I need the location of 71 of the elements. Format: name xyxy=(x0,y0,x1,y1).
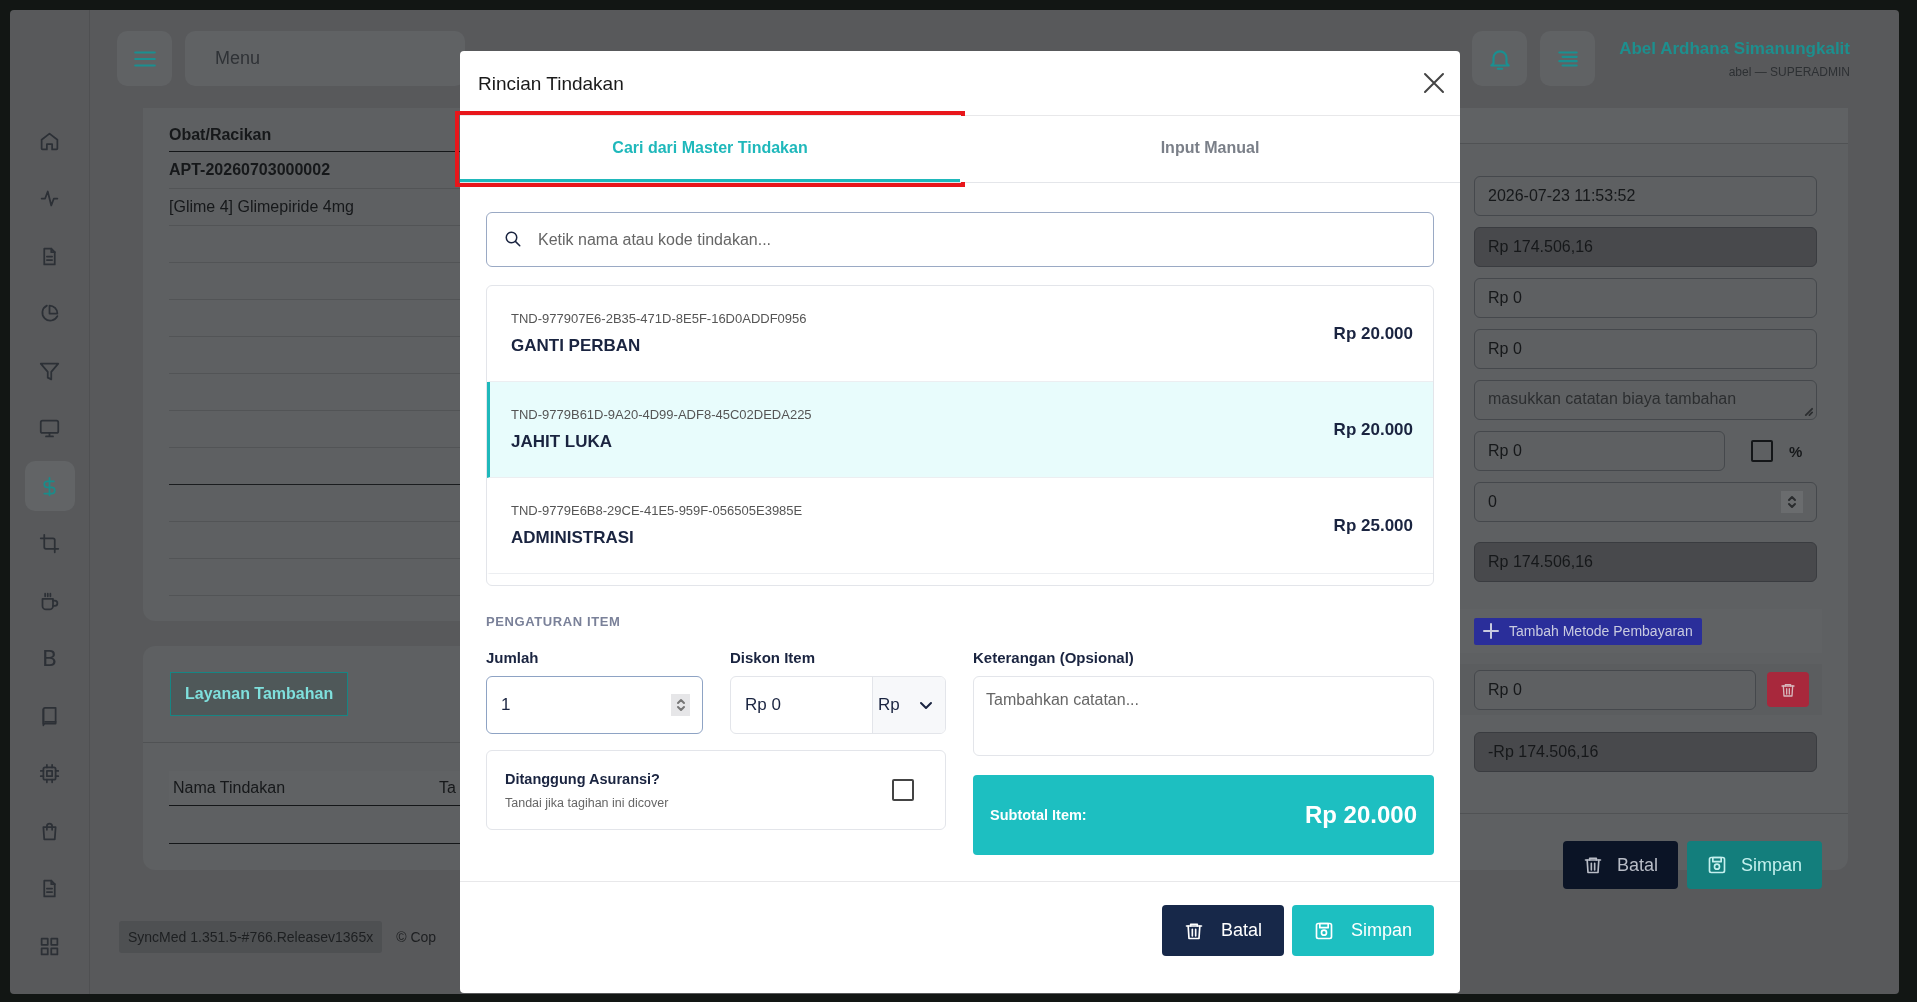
checkbox[interactable] xyxy=(1751,440,1773,462)
table-cell: APT-20260703000002 xyxy=(169,161,331,179)
add-payment-button[interactable]: Tambah Metode Pembayaran xyxy=(1474,617,1702,645)
save-button[interactable]: Simpan xyxy=(1291,905,1434,956)
quantity-field[interactable]: 1 xyxy=(486,676,703,734)
notification-button[interactable] xyxy=(1472,31,1528,86)
search-field[interactable]: Ketik nama atau kode tindakan... xyxy=(486,212,1434,267)
table-cell: [Glime 4] Glimepiride 4mg xyxy=(169,198,354,216)
amount-field[interactable]: Rp 0 xyxy=(1474,431,1725,471)
column-header: Obat/Racikan xyxy=(169,125,272,144)
list-button[interactable] xyxy=(1540,31,1596,86)
dialog-title: Rincian Tindakan xyxy=(478,73,624,95)
copyright-text: © Cop xyxy=(396,929,437,945)
checkbox[interactable] xyxy=(892,779,914,801)
trash-icon xyxy=(1780,681,1796,698)
column-header: Nama Tindakan xyxy=(172,779,287,797)
grid-icon xyxy=(39,935,60,957)
item-code: TND-9779B61D-9A20-4D99-ADF8-45C02DEDA225 xyxy=(511,407,812,422)
item-code: TND-9779E6B8-29CE-41E5-959F-056505E3985E xyxy=(511,503,803,518)
close-icon xyxy=(1423,72,1445,94)
cancel-button[interactable]: Batal xyxy=(1161,905,1284,956)
close-button[interactable] xyxy=(1423,72,1445,94)
crop-icon xyxy=(39,533,60,554)
text-field[interactable]: 2026-07-23 11:53:52 xyxy=(1474,176,1817,216)
mug-icon xyxy=(39,590,60,612)
menu-button[interactable] xyxy=(117,31,172,86)
save-icon xyxy=(1706,855,1727,875)
pie-chart-icon xyxy=(39,303,60,324)
field-label: Jumlah xyxy=(486,649,540,666)
delete-button[interactable] xyxy=(1767,672,1809,707)
insurance-title: Ditanggung Asuransi? xyxy=(505,770,661,787)
result-row[interactable]: TND-9779E6B8-29CE-41E5-959F-056505E3985E ADMINISTRASI Rp 25.000 xyxy=(487,478,1433,574)
percent-label: % xyxy=(1789,442,1803,460)
user-name: Abel Ardhana Simanungkalit xyxy=(1619,38,1850,59)
spinner-icon[interactable] xyxy=(1787,494,1797,510)
plus-icon xyxy=(1483,623,1499,639)
resize-grip-icon[interactable] xyxy=(1804,407,1813,416)
filter-icon xyxy=(39,360,60,382)
add-service-button[interactable]: Layanan Tambahan xyxy=(170,672,349,716)
item-name: GANTI PERBAN xyxy=(511,336,642,356)
amount-field[interactable]: Rp 0 xyxy=(1474,669,1756,710)
save-icon xyxy=(1313,920,1334,941)
section-heading: PENGATURAN ITEM xyxy=(486,614,622,629)
item-code: TND-977907E6-2B35-471D-8E5F-16D0ADDF0956 xyxy=(511,311,807,326)
book-icon xyxy=(39,705,60,727)
chip-icon xyxy=(39,763,60,784)
save-button[interactable]: Simpan xyxy=(1686,841,1822,889)
insurance-hint: Tandai jika tagihan ini dicover xyxy=(505,795,669,810)
result-row[interactable]: TND-9779B61D-9A20-4D99-ADF8-45C02DEDA225 JAHIT LUKA Rp 20.000 xyxy=(487,382,1433,478)
search-icon xyxy=(504,230,522,248)
trash-icon xyxy=(1582,855,1603,875)
spinner-icon[interactable] xyxy=(675,697,686,713)
item-price: Rp 20.000 xyxy=(1333,323,1413,344)
text-field[interactable]: Rp 0 xyxy=(1474,278,1817,318)
field-label: Keterangan (Opsional) xyxy=(973,649,1135,666)
item-name: ADMINISTRASI xyxy=(511,528,635,548)
subtotal-value: Rp 20.000 xyxy=(1304,801,1417,829)
column-header: Ta xyxy=(439,779,456,797)
item-name: JAHIT LUKA xyxy=(511,432,614,452)
monitor-icon xyxy=(39,418,60,439)
cancel-button[interactable]: Batal xyxy=(1562,841,1678,889)
pulse-icon xyxy=(39,188,60,209)
note-field[interactable]: Tambahkan catatan... xyxy=(973,676,1434,756)
home-icon xyxy=(39,130,60,152)
number-field[interactable]: 0 xyxy=(1474,482,1817,522)
subtotal-label: Subtotal Item: xyxy=(990,807,1087,823)
field-label: Diskon Item xyxy=(730,649,817,666)
item-price: Rp 20.000 xyxy=(1333,419,1413,440)
nav-button[interactable] xyxy=(24,461,75,511)
text-field[interactable]: Rp 0 xyxy=(1474,329,1817,369)
item-price: Rp 25.000 xyxy=(1333,515,1413,536)
